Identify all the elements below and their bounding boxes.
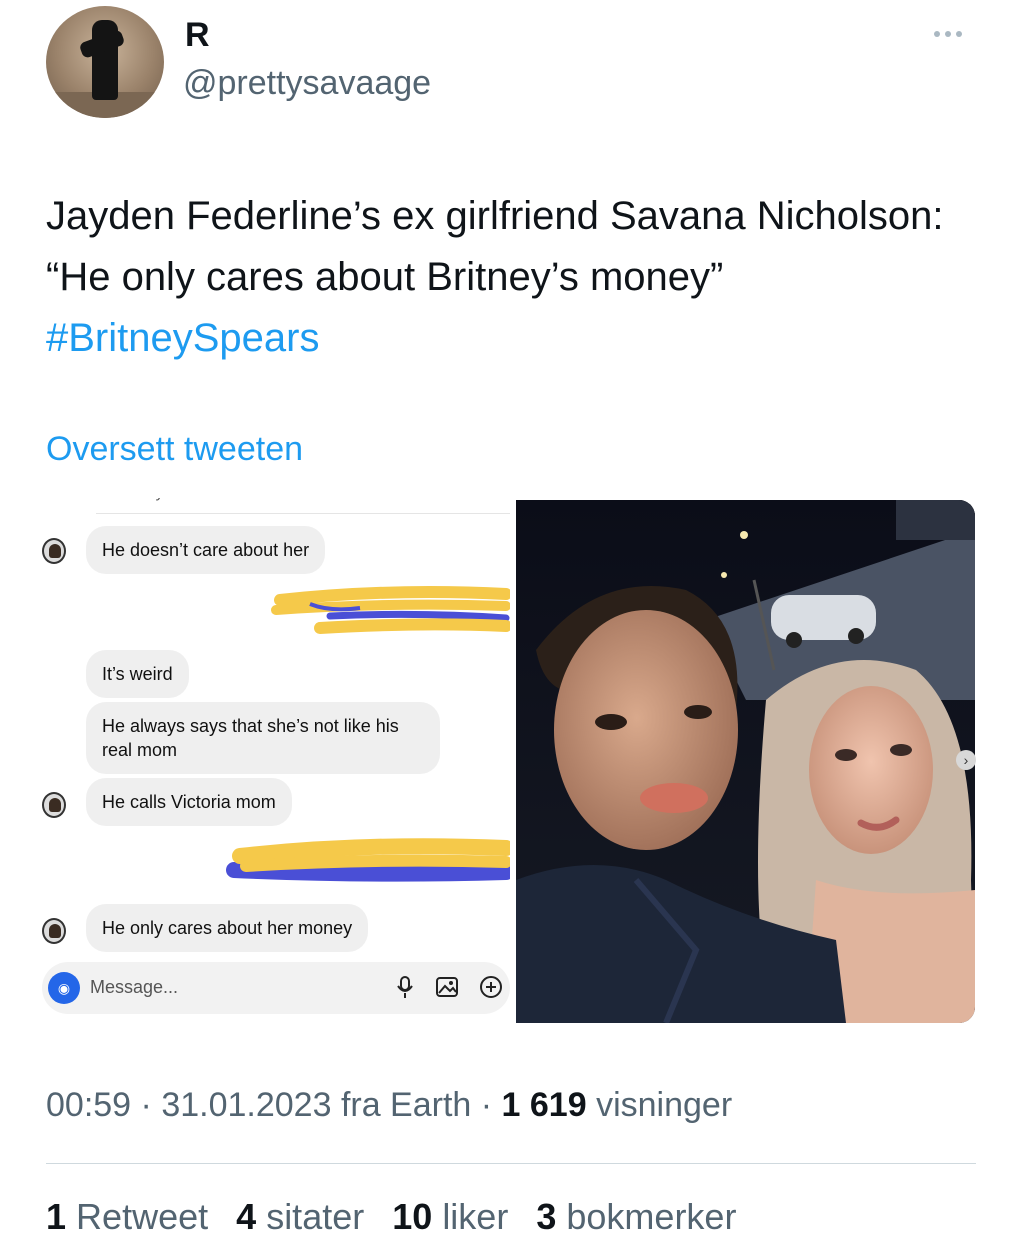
tweet-date[interactable]: 31.01.2023	[161, 1086, 331, 1124]
add-icon[interactable]	[478, 974, 504, 1000]
tweet-meta: 00:59 · 31.01.2023 fra Earth · 1 619 vis…	[46, 1086, 733, 1124]
hashtag-link[interactable]: #BritneySpears	[46, 316, 319, 360]
divider	[46, 1163, 976, 1164]
views-count: 1 619	[501, 1086, 587, 1124]
chat-avatar-icon	[42, 792, 66, 818]
chat-bubble: He doesn’t care about her	[86, 526, 326, 574]
chat-bubble: He calls Victoria mom	[86, 778, 292, 826]
chat-avatar-icon	[42, 918, 66, 944]
gallery-icon[interactable]	[434, 974, 460, 1000]
author-display-name[interactable]: R	[185, 16, 210, 55]
redaction-scribble	[271, 586, 510, 634]
retweets-label: Retweet	[76, 1196, 209, 1237]
chat-bubble: It’s weird	[86, 650, 189, 698]
likes-label: liker	[442, 1196, 509, 1237]
likes-count: 10	[392, 1196, 433, 1237]
chat-cut-message: Not really	[96, 498, 510, 514]
retweets-count: 1	[46, 1196, 67, 1237]
redaction-scribble	[226, 838, 510, 882]
author-handle[interactable]: @prettysavaage	[183, 64, 431, 103]
tweet-time[interactable]: 00:59	[46, 1086, 131, 1124]
views-label: visninger	[596, 1086, 733, 1124]
chat-bubble: He only cares about her money	[86, 904, 369, 952]
bookmarks-stat[interactable]: 3 bokmerker	[536, 1196, 736, 1237]
tweet-text: Jayden Federline’s ex girlfriend Savana …	[46, 186, 946, 369]
message-input-bar[interactable]: ◉ Message...	[42, 962, 510, 1014]
quotes-stat[interactable]: 4 sitater	[236, 1196, 364, 1237]
tweet-source: fra Earth	[340, 1086, 472, 1124]
selfie-photo-media[interactable]	[516, 500, 975, 1023]
selfie-photo	[516, 500, 975, 1023]
translate-tweet-link[interactable]: Oversett tweeten	[46, 430, 303, 469]
tweet-body: Jayden Federline’s ex girlfriend Savana …	[46, 194, 944, 299]
chat-bubble: He always says that she’s not like his r…	[86, 702, 440, 774]
quotes-count: 4	[236, 1196, 257, 1237]
tweet-stats: 1 Retweet 4 sitater 10 liker 3 bokmerker	[46, 1196, 754, 1238]
camera-icon[interactable]: ◉	[48, 972, 80, 1004]
media-next-icon[interactable]: ›	[956, 750, 976, 770]
author-avatar[interactable]	[46, 6, 164, 118]
retweets-stat[interactable]: 1 Retweet	[46, 1196, 208, 1237]
message-input[interactable]: Message...	[90, 977, 178, 998]
quotes-label: sitater	[266, 1196, 365, 1237]
bookmarks-count: 3	[536, 1196, 557, 1237]
more-options-icon[interactable]	[934, 26, 974, 42]
chat-screenshot-media[interactable]: Not really He doesn’t care about her It’…	[36, 498, 510, 1022]
chat-avatar-icon	[42, 538, 66, 564]
microphone-icon[interactable]	[392, 974, 418, 1000]
likes-stat[interactable]: 10 liker	[392, 1196, 508, 1237]
bookmarks-label: bokmerker	[566, 1196, 737, 1237]
